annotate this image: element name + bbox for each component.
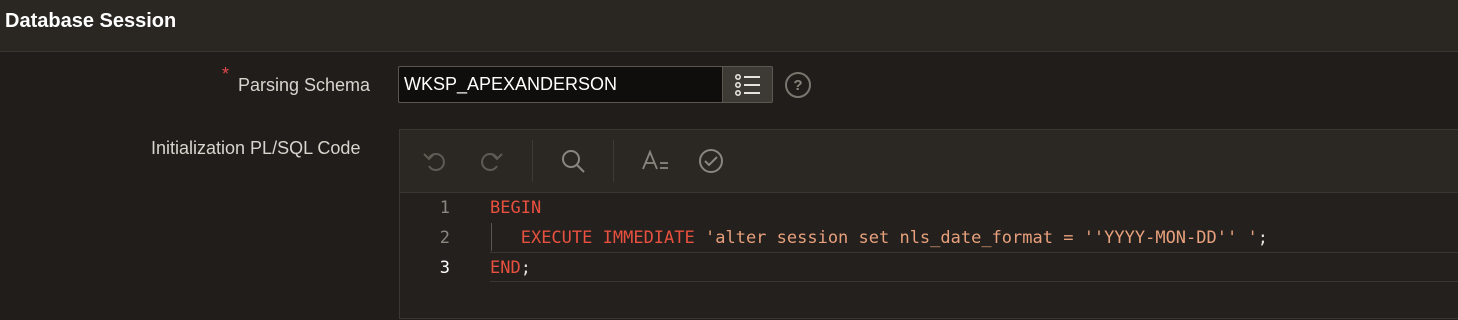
validate-icon[interactable] [696,146,726,176]
redo-icon[interactable] [476,146,506,176]
keyword: BEGIN [490,198,542,218]
region-title: Database Session [5,10,177,32]
line-number: 3 [439,258,450,278]
code-line: 1 BEGIN [400,193,1458,223]
code-text: END; [490,253,531,283]
code-line: 3 END; [400,253,1458,283]
code-editor[interactable]: 1 BEGIN 2 EXECUTE IMMEDIATE 'alter sessi… [399,129,1458,319]
parsing-schema-input[interactable]: WKSP_APEXANDERSON [398,66,723,103]
list-of-values-button[interactable] [723,66,773,103]
init-code-label: Initialization PL/SQL Code [151,138,361,158]
string-literal: 'alter session set nls_date_format = ''Y… [705,228,1258,248]
keyword: IMMEDIATE [602,228,695,248]
line-number: 2 [439,228,450,248]
undo-icon[interactable] [420,146,450,176]
punctuation: ; [520,258,531,278]
punctuation: ; [1257,228,1268,248]
required-indicator: * [222,64,230,84]
search-icon[interactable] [558,146,588,176]
line-number: 1 [439,198,450,218]
editor-toolbar [400,130,1458,193]
code-line: 2 EXECUTE IMMEDIATE 'alter session set n… [400,223,1458,253]
text-format-icon[interactable] [640,146,670,176]
code-area[interactable]: 1 BEGIN 2 EXECUTE IMMEDIATE 'alter sessi… [400,192,1458,320]
list-icon [734,73,760,96]
code-text: EXECUTE IMMEDIATE 'alter session set nls… [490,223,1268,253]
help-icon[interactable]: ? [785,72,811,98]
toolbar-divider [532,140,533,182]
toolbar-divider [613,140,614,182]
region-header: Database Session [0,0,1458,52]
keyword: END [490,258,521,278]
code-text: BEGIN [490,193,541,223]
keyword: EXECUTE [520,228,593,248]
parsing-schema-label: Parsing Schema [238,75,371,95]
